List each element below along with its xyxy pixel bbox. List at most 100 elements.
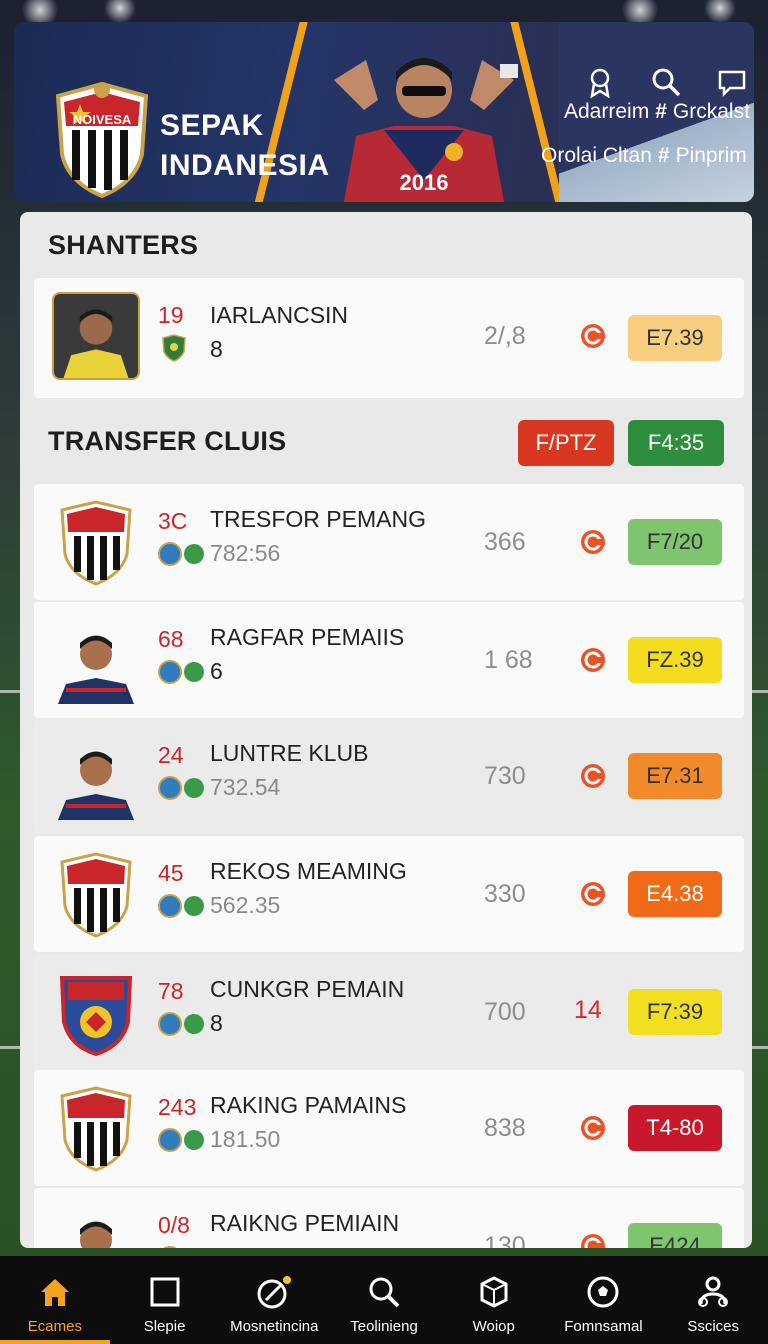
player-sub: 8 xyxy=(210,1010,223,1036)
player-avatar xyxy=(58,635,134,704)
nav-item-label: Slepie xyxy=(143,1318,186,1335)
list-item[interactable]: 78 CUNKGR PEMAIN 8 700 14 F7:39 xyxy=(34,954,744,1070)
player-name: RAIKNG PEMIAIN xyxy=(210,1210,400,1236)
price-button[interactable]: E4.38 xyxy=(628,871,722,917)
banner-link-1-text-b: Grckalst xyxy=(672,100,750,123)
nav-item-label: Woiop xyxy=(472,1318,515,1335)
player-name: CUNKGR PEMAIN xyxy=(210,976,405,1002)
player-avatar xyxy=(80,1221,112,1248)
filter-button-b[interactable]: F4:35 xyxy=(628,420,724,466)
nav-item-woiop[interactable]: Woiop xyxy=(439,1256,549,1344)
player-sub: 732.54 xyxy=(210,774,281,800)
player-count: 14 xyxy=(574,996,602,1024)
nav-item-sscices[interactable]: Sscices xyxy=(658,1256,768,1344)
pitch-line xyxy=(752,1046,768,1049)
featured-player-image: 2016 xyxy=(334,58,518,202)
player-stat: 838 xyxy=(484,1114,526,1142)
player-name: RAKING PAMAINS xyxy=(210,1092,407,1118)
player-sub: 6 xyxy=(210,658,223,684)
player-list-panel: SHANTERS 19 IARLANCSIN 8 2/,8 E7.39 TRAN… xyxy=(20,212,752,1248)
club-crest-icon xyxy=(60,1086,132,1172)
banner-link-2-text-a: Orolai Cltan xyxy=(541,144,652,167)
player-sub: 782:56 xyxy=(210,540,281,566)
banner-link-1[interactable]: Adarreim # Grckalst xyxy=(564,100,750,124)
header-banner: NOIVESA SEPAK INDANESIA 2016 Adarreim # … xyxy=(14,22,754,202)
list-item[interactable]: 19 IARLANCSIN 8 2/,8 E7.39 xyxy=(34,278,744,398)
player-number: 243 xyxy=(158,1094,197,1120)
club-crest-icon xyxy=(59,976,133,1056)
player-stat: 330 xyxy=(484,880,526,908)
price-button[interactable]: F7:39 xyxy=(628,989,722,1035)
home-icon xyxy=(37,1274,73,1310)
nav-item-label: Sscices xyxy=(687,1318,740,1335)
player-stat: 730 xyxy=(484,762,526,790)
club-crest-icon xyxy=(60,852,132,938)
player-number: 19 xyxy=(158,302,184,328)
crest-text: NOIVESA xyxy=(73,112,132,127)
coin-icon xyxy=(581,530,605,554)
coin-icon xyxy=(581,882,605,906)
nav-item-label: Fomnsamal xyxy=(564,1318,643,1335)
list-item[interactable]: 243 RAKING PAMAINS 181.50 838 T4-80 xyxy=(34,1070,744,1186)
pitch-line xyxy=(752,690,768,693)
search-icon xyxy=(366,1274,402,1310)
player-stat: 2/,8 xyxy=(484,322,526,350)
list-item[interactable]: 68 RAGFAR PEMAIIS 6 1 68 FZ.39 xyxy=(34,602,744,718)
list-item[interactable]: 3C TRESFOR PEMANG 782:56 366 F7/20 xyxy=(34,484,744,600)
bottom-navigation: Ecames Slepie Mosnetincina Teolinieng Woiop F… xyxy=(0,1256,768,1344)
nav-item-label: Mosnetincina xyxy=(230,1318,319,1335)
badge-icon xyxy=(180,1244,208,1248)
player-avatar xyxy=(58,751,134,820)
player-stat: 700 xyxy=(484,998,526,1026)
search-icon[interactable] xyxy=(650,66,682,98)
price-button[interactable]: E7.31 xyxy=(628,753,722,799)
chat-icon[interactable] xyxy=(716,66,748,98)
coin-icon xyxy=(581,1234,605,1248)
list-item[interactable]: 24 LUNTRE KLUB 732.54 730 E7.31 xyxy=(34,718,744,834)
list-item[interactable]: 0/8 RAIKNG PEMIAIN 130 E424 xyxy=(34,1188,744,1248)
nav-item-teolinieng[interactable]: Teolinieng xyxy=(329,1256,439,1344)
banner-link-2-text-b: Pinprim xyxy=(675,144,747,167)
player-name: REKOS MEAMING xyxy=(210,858,407,884)
list-item[interactable]: 45 REKOS MEAMING 562.35 330 E4.38 xyxy=(34,836,744,952)
coin-icon xyxy=(581,324,605,348)
pencil-icon xyxy=(256,1274,292,1310)
hash-icon: # xyxy=(657,144,670,167)
badge-icon xyxy=(184,544,204,564)
price-button[interactable]: FZ.39 xyxy=(628,637,722,683)
player-stat: 130 xyxy=(484,1232,526,1248)
badge-icon xyxy=(184,662,204,682)
section-title-shanters: SHANTERS xyxy=(48,230,199,260)
player-number: 68 xyxy=(158,626,184,652)
player-name: IARLANCSIN xyxy=(210,302,349,328)
price-button[interactable]: E7.39 xyxy=(628,315,722,361)
banner-link-1-text-a: Adarreim xyxy=(564,100,650,123)
nav-item-ecames[interactable]: Ecames xyxy=(0,1256,110,1344)
player-number: 78 xyxy=(158,978,184,1004)
pitch-line xyxy=(0,1046,20,1049)
player-avatar xyxy=(52,292,140,380)
badge-icon xyxy=(184,1014,204,1034)
player-name: TRESFOR PEMANG xyxy=(210,506,426,532)
filter-button-a[interactable]: F/PTZ xyxy=(518,420,614,466)
player-stat: 366 xyxy=(484,528,526,556)
shield-icon xyxy=(162,334,186,362)
badge-icon xyxy=(184,896,204,916)
price-button[interactable]: E424 xyxy=(628,1223,722,1248)
people-icon xyxy=(695,1274,731,1310)
price-button[interactable]: T4-80 xyxy=(628,1105,722,1151)
player-stat: 1 68 xyxy=(484,646,533,674)
hash-icon: # xyxy=(655,100,667,123)
club-crest-icon xyxy=(60,500,132,586)
coin-icon xyxy=(581,1116,605,1140)
nav-item-mosnetincina[interactable]: Mosnetincina xyxy=(219,1256,329,1344)
section-title-transfer: TRANSFER CLUIS xyxy=(48,426,287,456)
player-name: RAGFAR PEMAIIS xyxy=(210,624,405,650)
nav-item-fomnsamal[interactable]: Fomnsamal xyxy=(549,1256,659,1344)
award-icon[interactable] xyxy=(584,66,616,99)
nav-item-slepie[interactable]: Slepie xyxy=(110,1256,220,1344)
price-button[interactable]: F7/20 xyxy=(628,519,722,565)
banner-link-2[interactable]: Orolai Cltan # Pinprim xyxy=(541,144,747,168)
club-crest-logo: NOIVESA xyxy=(55,81,149,199)
player-sub: 8 xyxy=(210,336,223,362)
